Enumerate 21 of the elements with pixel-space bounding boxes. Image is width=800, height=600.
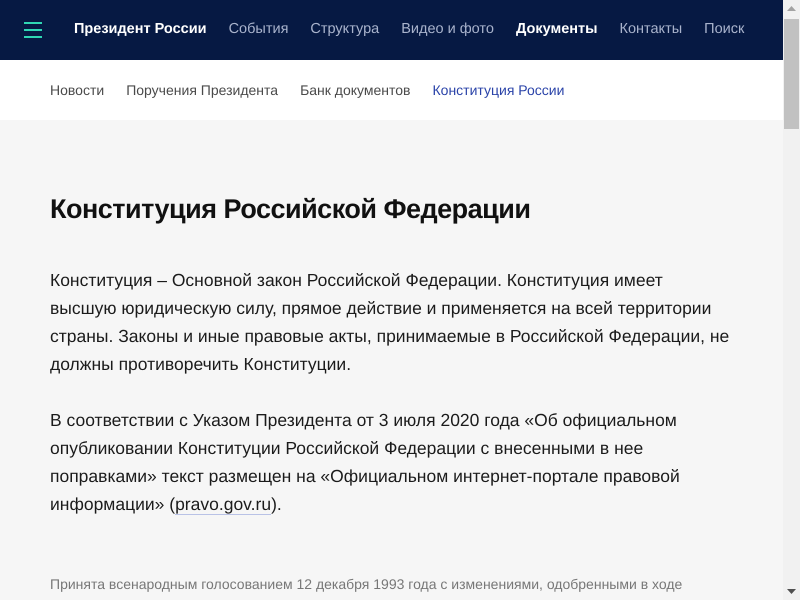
scroll-down-icon[interactable] xyxy=(787,589,796,594)
nav-link[interactable]: События xyxy=(228,19,288,41)
scroll-thumb[interactable] xyxy=(784,19,799,129)
body-paragraph: Конституция – Основной закон Российской Федерации. Конституция имеет высшую юридическую силу, прямое действие и применяется на всей территории страны. Законы и иные правовые акты, принимаемые в Российской Федерации, не должны противоречить Конституции. xyxy=(50,269,730,376)
source-link[interactable]: pravo.gov.ru xyxy=(175,494,272,515)
body-paragraph: В соответствии с Указом Президента от 3 июля 2020 года «Об официальном опубликовании Конституции Российской Федерации с внесенными в нее поправками» текст размещен на «Официальном интернет-портале правовой информации» (pravo.gov.ru). xyxy=(50,409,681,517)
menu-icon[interactable] xyxy=(24,22,42,38)
nav-link[interactable]: Структура xyxy=(310,19,380,41)
nav-link[interactable]: Поиск xyxy=(704,19,744,41)
nav-link[interactable]: Документы xyxy=(516,19,598,41)
sub-nav-link[interactable]: Конституция России xyxy=(432,80,564,100)
sub-nav-link[interactable]: Новости xyxy=(50,80,104,100)
adoption-note: Принята всенародным голосованием 12 декабря 1993 года с изменениями, одобренными в ходе xyxy=(50,575,684,594)
nav-link[interactable]: Видео и фото xyxy=(401,19,494,41)
sub-nav-link[interactable]: Поручения Президента xyxy=(126,80,278,100)
scrollbar[interactable] xyxy=(783,0,800,600)
nav-link[interactable]: Контакты xyxy=(620,19,682,41)
scroll-up-icon[interactable] xyxy=(787,6,796,11)
site-logo-link[interactable]: Президент России xyxy=(74,19,207,41)
page-title: Конституция Российской Федерации xyxy=(50,193,532,226)
sub-nav-link[interactable]: Банк документов xyxy=(300,80,410,100)
